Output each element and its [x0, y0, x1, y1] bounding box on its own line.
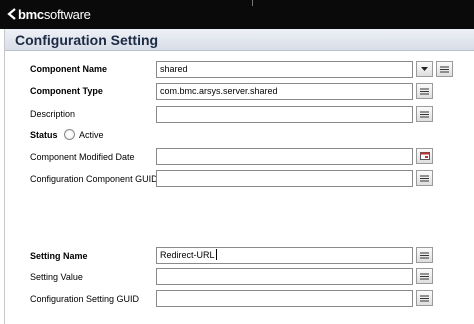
expand-text-icon: [420, 252, 429, 258]
status-active-label: Active: [79, 130, 104, 140]
component-modified-date-field[interactable]: [156, 148, 413, 165]
expand-text-icon: [420, 175, 429, 181]
bmc-logo: bmcsoftware: [6, 5, 91, 23]
calendar-icon: [419, 152, 430, 160]
expand-text-icon: [420, 273, 429, 279]
expand-text-icon: [420, 295, 429, 301]
expand-text-icon: [440, 66, 449, 72]
setting-value-label: Setting Value: [30, 272, 83, 282]
description-expand-button[interactable]: [416, 106, 433, 122]
component-name-dropdown-button[interactable]: [416, 61, 433, 77]
chevron-down-icon: [421, 67, 428, 71]
configuration-component-guid-label: Configuration Component GUID: [30, 174, 158, 184]
expand-text-icon: [420, 111, 429, 117]
logo-text: bmcsoftware: [18, 6, 91, 22]
expand-text-icon: [420, 88, 429, 94]
description-label: Description: [30, 109, 76, 119]
component-type-expand-button[interactable]: [416, 83, 433, 99]
configuration-setting-guid-expand-button[interactable]: [416, 290, 433, 306]
setting-name-value: Redirect-URL: [160, 250, 215, 260]
date-picker-button[interactable]: [416, 148, 433, 164]
setting-name-expand-button[interactable]: [416, 247, 433, 263]
configuration-setting-guid-label: Configuration Setting GUID: [30, 294, 140, 304]
page-title: Configuration Setting: [15, 32, 159, 48]
component-modified-date-label: Component Modified Date: [30, 152, 135, 162]
setting-name-field[interactable]: Redirect-URL: [156, 247, 413, 264]
configuration-setting-guid-field[interactable]: [156, 290, 413, 307]
description-field[interactable]: [156, 106, 413, 123]
component-name-expand-button[interactable]: [436, 61, 453, 77]
configuration-component-guid-field[interactable]: [156, 170, 413, 187]
topbar-divider: [252, 0, 253, 6]
configuration-component-guid-expand-button[interactable]: [416, 170, 433, 186]
component-name-label: Component Name: [30, 64, 108, 74]
component-type-label: Component Type: [30, 86, 103, 96]
text-cursor: [215, 249, 217, 260]
status-label: Status: [30, 130, 58, 140]
setting-name-label: Setting Name: [30, 251, 88, 261]
form-header: Configuration Setting: [5, 29, 474, 51]
setting-value-expand-button[interactable]: [416, 268, 433, 284]
bmc-logo-icon: [7, 8, 16, 20]
setting-value-field[interactable]: [156, 268, 413, 285]
component-type-field[interactable]: com.bmc.arsys.server.shared: [156, 83, 413, 100]
top-bar: bmcsoftware: [0, 0, 474, 29]
form-panel: Configuration Setting Component Name sha…: [4, 29, 474, 324]
component-name-field[interactable]: shared: [156, 61, 413, 78]
status-active-radio[interactable]: [64, 129, 75, 140]
